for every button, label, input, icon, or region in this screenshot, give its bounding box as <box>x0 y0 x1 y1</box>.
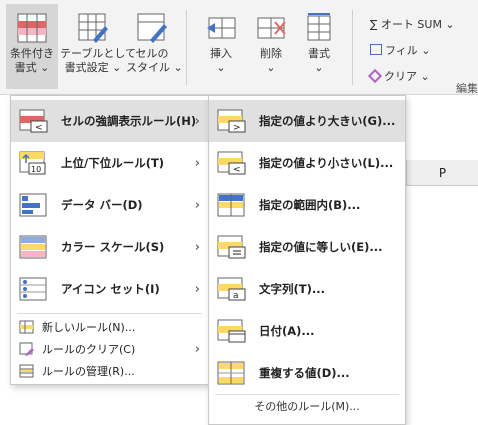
duplicate-values-icon <box>217 361 247 385</box>
fill-label: フィル ⌄ <box>385 44 431 57</box>
submenu-item-label: 指定の値より大きい(G)... <box>259 114 396 128</box>
insert-cells-icon <box>205 12 237 44</box>
format-label-2: ⌄ <box>314 61 324 74</box>
menu-item-label: 上位/下位ルール(T) <box>61 156 165 170</box>
format-as-table-button[interactable]: テーブルとして 書式設定 ⌄ <box>60 4 137 89</box>
menu-item-icon-sets[interactable]: アイコン セット(I) › <box>11 268 208 310</box>
chevron-right-icon: › <box>194 341 200 357</box>
menu-item-label: ルールのクリア(C) <box>42 343 136 356</box>
less-than-icon: < <box>217 151 247 175</box>
svg-text:<: < <box>233 165 241 175</box>
cell-styles-label-1: セルの <box>135 47 169 60</box>
submenu-item-more-rules[interactable]: その他のルール(M)... <box>209 398 405 414</box>
eraser-icon <box>367 68 383 84</box>
conditional-formatting-menu: < セルの強調表示ルール(H) › 10 上位/下位ルール(T) › データ バ… <box>10 95 209 385</box>
menu-item-label: ルールの管理(R)... <box>42 365 135 378</box>
menu-item-manage-rules[interactable]: ルールの管理(R)... <box>11 360 208 382</box>
submenu-item-label: 文字列(T)... <box>259 282 325 296</box>
submenu-item-label: 指定の値より小さい(L)... <box>259 156 394 170</box>
ribbon-separator <box>352 10 353 85</box>
submenu-item-text-contains[interactable]: a 文字列(T)... <box>209 268 405 310</box>
svg-text:<: < <box>35 123 43 133</box>
menu-item-label: アイコン セット(I) <box>61 282 160 296</box>
cell-styles-button[interactable]: セルの スタイル ⌄ <box>126 4 183 89</box>
conditional-formatting-button[interactable]: 条件付き 書式 ⌄ <box>6 4 58 89</box>
format-cells-icon <box>303 12 335 44</box>
ribbon: 条件付き 書式 ⌄ テーブルとして 書式設定 ⌄ セルの スタイル ⌄ 挿入 ⌄… <box>0 0 478 95</box>
format-as-table-label-1: テーブルとして <box>60 47 137 60</box>
menu-item-color-scales[interactable]: カラー スケール(S) › <box>11 226 208 268</box>
text-contains-icon: a <box>217 277 247 301</box>
svg-text:a: a <box>233 291 239 301</box>
menu-item-label: セルの強調表示ルール(H) <box>61 114 197 128</box>
menu-item-label: データ バー(D) <box>61 198 143 212</box>
submenu-item-between[interactable]: 指定の範囲内(B)... <box>209 184 405 226</box>
highlight-cells-rules-submenu: > 指定の値より大きい(G)... < 指定の値より小さい(L)... 指定の範… <box>208 95 406 425</box>
conditional-formatting-label-1: 条件付き <box>10 47 54 60</box>
chevron-right-icon: › <box>194 113 200 129</box>
menu-item-label: カラー スケール(S) <box>61 240 165 254</box>
delete-label-2: ⌄ <box>266 61 276 74</box>
format-button[interactable]: 書式 ⌄ <box>296 4 342 89</box>
menu-item-data-bars[interactable]: データ バー(D) › <box>11 184 208 226</box>
chevron-right-icon: › <box>194 239 200 255</box>
delete-button[interactable]: 削除 ⌄ <box>248 4 294 89</box>
highlight-rules-icon: < <box>19 109 49 133</box>
format-label-1: 書式 <box>308 47 330 60</box>
fill-button[interactable]: フィル ⌄ <box>370 42 431 58</box>
color-scale-icon <box>19 235 49 259</box>
submenu-item-less-than[interactable]: < 指定の値より小さい(L)... <box>209 142 405 184</box>
format-as-table-icon <box>77 12 109 44</box>
greater-than-icon: > <box>217 109 247 133</box>
conditional-formatting-label-2: 書式 ⌄ <box>14 61 50 74</box>
date-occurring-icon <box>217 319 247 343</box>
submenu-separator <box>215 394 399 395</box>
data-bar-icon <box>19 193 49 217</box>
svg-text:10: 10 <box>31 165 41 174</box>
ribbon-separator <box>186 10 187 85</box>
icon-set-icon <box>19 277 49 301</box>
equal-to-icon <box>217 235 247 259</box>
menu-item-clear-rules[interactable]: ルールのクリア(C) › <box>11 338 208 360</box>
editing-group-label: 編集 <box>456 82 478 95</box>
clear-label: クリア ⌄ <box>384 70 430 83</box>
cell-styles-label-2: スタイル ⌄ <box>126 61 183 74</box>
chevron-right-icon: › <box>194 155 200 171</box>
menu-item-highlight-cells-rules[interactable]: < セルの強調表示ルール(H) › <box>11 100 208 142</box>
format-as-table-label-2: 書式設定 ⌄ <box>64 61 122 74</box>
delete-cells-icon <box>255 12 287 44</box>
submenu-item-label: 重複する値(D)... <box>259 366 350 380</box>
insert-button[interactable]: 挿入 ⌄ <box>198 4 244 89</box>
menu-item-new-rule[interactable]: 新しいルール(N)... <box>11 316 208 338</box>
submenu-item-label: 指定の範囲内(B)... <box>259 198 361 212</box>
submenu-item-equal-to[interactable]: 指定の値に等しい(E)... <box>209 226 405 268</box>
submenu-item-label: 日付(A)... <box>259 324 315 338</box>
submenu-item-greater-than[interactable]: > 指定の値より大きい(G)... <box>209 100 405 142</box>
chevron-right-icon: › <box>194 281 200 297</box>
clear-rules-icon <box>19 342 34 356</box>
new-rule-icon <box>19 320 34 334</box>
manage-rules-icon <box>19 364 34 378</box>
autosum-button[interactable]: ∑ オート SUM ⌄ <box>370 16 455 32</box>
insert-label-2: ⌄ <box>216 61 226 74</box>
menu-item-label: 新しいルール(N)... <box>42 321 136 334</box>
chevron-right-icon: › <box>194 197 200 213</box>
menu-separator <box>17 313 202 314</box>
submenu-item-duplicate-values[interactable]: 重複する値(D)... <box>209 352 405 394</box>
conditional-formatting-icon <box>16 12 48 44</box>
top-bottom-icon: 10 <box>19 151 49 175</box>
delete-label-1: 削除 <box>260 47 282 60</box>
submenu-item-label: 指定の値に等しい(E)... <box>259 240 383 254</box>
submenu-item-date-occurring[interactable]: 日付(A)... <box>209 310 405 352</box>
column-header-p[interactable]: P <box>406 160 478 186</box>
insert-label-1: 挿入 <box>210 47 232 60</box>
menu-item-top-bottom-rules[interactable]: 10 上位/下位ルール(T) › <box>11 142 208 184</box>
clear-button[interactable]: クリア ⌄ <box>367 68 430 84</box>
fill-icon <box>370 44 382 55</box>
between-icon <box>217 193 247 217</box>
cell-styles-icon <box>136 12 168 44</box>
svg-text:>: > <box>233 123 241 133</box>
